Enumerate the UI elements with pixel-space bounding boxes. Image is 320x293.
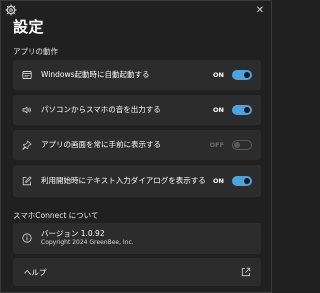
text-dialog-toggle[interactable] bbox=[232, 176, 252, 186]
edit-icon bbox=[22, 176, 32, 186]
toggle-knob bbox=[244, 178, 250, 184]
external-link-icon bbox=[241, 267, 251, 277]
page-title: 設定 bbox=[13, 18, 45, 36]
section-title-behavior: アプリの動作 bbox=[13, 47, 58, 56]
toggle-state-label: OFF bbox=[209, 141, 224, 149]
pin-icon bbox=[22, 140, 32, 150]
audio-output-toggle[interactable] bbox=[232, 105, 252, 115]
setting-row-audio: パソコンからスマホの音を出力する ON bbox=[13, 95, 261, 125]
setting-row-text-dialog: 利用開始時にテキスト入力ダイアログを表示する ON bbox=[13, 165, 261, 197]
window-icon bbox=[22, 71, 32, 79]
always-on-top-toggle[interactable] bbox=[232, 140, 252, 150]
version-text: バージョン 1.0.92 bbox=[41, 229, 105, 238]
speaker-icon bbox=[22, 106, 31, 114]
close-button[interactable]: ✕ bbox=[253, 3, 267, 17]
setting-row-autostart: Windows起動時に自動起動する ON bbox=[13, 60, 261, 90]
close-icon: ✕ bbox=[255, 4, 265, 16]
setting-label: Windows起動時に自動起動する bbox=[41, 70, 150, 79]
version-card: バージョン 1.0.92 Copyright 2024 GreenBee, In… bbox=[13, 223, 261, 254]
setting-label: アプリの画面を常に手前に表示する bbox=[41, 140, 161, 149]
setting-row-always-on-top: アプリの画面を常に手前に表示する OFF bbox=[13, 130, 261, 160]
help-link[interactable]: ヘルプ bbox=[13, 258, 261, 286]
autostart-toggle[interactable] bbox=[232, 70, 252, 80]
toggle-knob bbox=[244, 72, 250, 78]
info-icon bbox=[22, 233, 32, 243]
help-label: ヘルプ bbox=[24, 268, 47, 277]
section-title-about: スマホConnect について bbox=[13, 211, 99, 220]
setting-label: 利用開始時にテキスト入力ダイアログを表示する bbox=[41, 176, 206, 185]
toggle-state-label: ON bbox=[213, 71, 224, 79]
toggle-state-label: ON bbox=[213, 177, 224, 185]
toggle-knob bbox=[244, 107, 250, 113]
copyright-text: Copyright 2024 GreenBee, Inc. bbox=[41, 239, 134, 246]
toggle-knob bbox=[234, 142, 240, 148]
setting-label: パソコンからスマホの音を出力する bbox=[41, 105, 161, 114]
settings-window: ✕ 設定 アプリの動作 Windows起動時に自動起動する ON パソコンからス… bbox=[0, 0, 272, 293]
gear-icon bbox=[5, 4, 17, 16]
toggle-state-label: ON bbox=[213, 106, 224, 114]
